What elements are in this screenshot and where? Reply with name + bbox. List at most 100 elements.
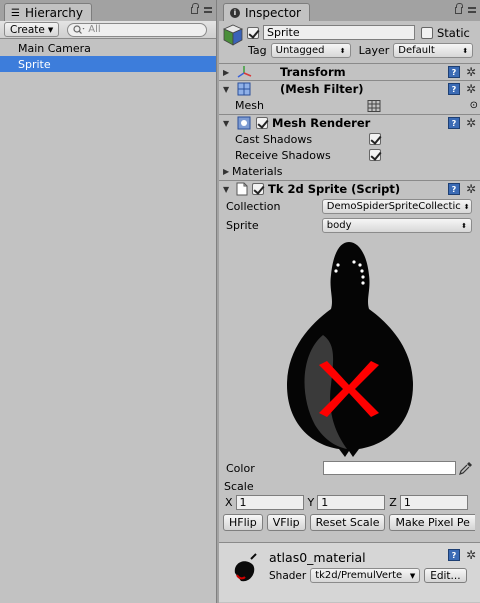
help-icon[interactable]: ? [447, 66, 460, 78]
menu-icon[interactable] [468, 7, 476, 13]
mesh-renderer-header[interactable]: ▼ Mesh Renderer ? ✲ [219, 114, 480, 131]
reset-scale-label: Reset Scale [315, 516, 380, 529]
foldout-open-icon[interactable]: ▼ [223, 119, 232, 128]
search-icon [73, 25, 85, 34]
transform-header[interactable]: ▶ Transform ? ✲ [219, 63, 480, 80]
help-icon[interactable]: ? [447, 183, 460, 195]
help-icon[interactable]: ? [447, 117, 460, 129]
object-picker-icon[interactable]: ⊙ [470, 100, 478, 111]
foldout-open-icon[interactable]: ▼ [223, 185, 232, 194]
shader-dropdown[interactable]: tk2d/PremulVerte ▼ [310, 568, 421, 583]
layer-dropdown[interactable]: Default ⬍ [393, 43, 474, 58]
tab-hierarchy-label: Hierarchy [24, 6, 83, 20]
gear-icon[interactable]: ✲ [466, 183, 476, 195]
collection-label: Collection [226, 200, 281, 213]
search-placeholder: All [88, 24, 101, 35]
tag-dropdown[interactable]: Untagged ⬍ [270, 43, 351, 58]
tk2d-sprite-title: Tk 2d Sprite (Script) [268, 182, 401, 196]
scale-y-field[interactable]: 1 [317, 495, 386, 510]
tab-inspector-label: Inspector [245, 6, 301, 20]
color-field[interactable] [323, 461, 456, 475]
materials-row[interactable]: ▶ Materials [219, 163, 480, 179]
hierarchy-item-sprite[interactable]: Sprite [0, 56, 216, 72]
sprite-label: Sprite [226, 219, 259, 232]
eyedropper-icon[interactable] [459, 461, 473, 475]
menu-icon[interactable] [204, 7, 212, 13]
search-input[interactable]: All [67, 22, 208, 37]
scale-x-field[interactable]: 1 [235, 495, 304, 510]
vflip-button[interactable]: VFlip [266, 514, 306, 531]
sprite-dropdown[interactable]: body ⬍ [321, 218, 472, 233]
sprite-preview [219, 235, 480, 459]
foldout-closed-icon[interactable]: ▶ [223, 167, 232, 176]
gameobject-header: Sprite Static Tag Untagged ⬍ Layer Defau… [219, 21, 480, 63]
hierarchy-item-label: Main Camera [18, 41, 91, 55]
gear-icon[interactable]: ✲ [466, 83, 476, 95]
gear-icon[interactable]: ✲ [466, 549, 476, 561]
receive-shadows-checkbox[interactable] [369, 149, 381, 161]
cast-shadows-label: Cast Shadows [235, 132, 313, 146]
hflip-button[interactable]: HFlip [223, 514, 263, 531]
scale-label-row: Scale [219, 479, 480, 494]
material-icons: ? ✲ [447, 549, 476, 561]
materials-label: Materials [232, 164, 283, 178]
mesh-renderer-enabled-checkbox[interactable] [256, 117, 268, 129]
edit-label: Edit... [430, 569, 461, 582]
scale-x-value: 1 [239, 496, 247, 509]
lock-icon[interactable] [455, 3, 463, 14]
material-block: atlas0_material Shader tk2d/PremulVerte … [219, 542, 480, 602]
material-name: atlas0_material [269, 550, 366, 565]
mesh-filter-header[interactable]: ▼ (Mesh Filter) ? ✲ [219, 80, 480, 97]
collection-dropdown[interactable]: DemoSpiderSpriteCollectic ⬍ [321, 199, 472, 214]
mesh-filter-icons: ? ✲ [447, 83, 476, 95]
dropdown-arrows-icon: ⬍ [463, 202, 470, 211]
static-checkbox[interactable] [421, 26, 433, 39]
tk2d-sprite-header[interactable]: ▼ Tk 2d Sprite (Script) ? ✲ [219, 180, 480, 197]
edit-shader-button[interactable]: Edit... [424, 568, 467, 583]
tab-inspector[interactable]: i Inspector [223, 3, 310, 21]
scale-z-field[interactable]: 1 [399, 495, 468, 510]
mesh-renderer-icon [237, 116, 251, 130]
gear-icon[interactable]: ✲ [466, 117, 476, 129]
scale-y: Y 1 [308, 494, 386, 511]
hierarchy-item-main-camera[interactable]: Main Camera [0, 40, 216, 56]
lock-icon[interactable] [191, 3, 199, 14]
cast-shadows-checkbox[interactable] [369, 133, 381, 145]
tab-hierarchy[interactable]: ☰ Hierarchy [4, 3, 92, 21]
gameobject-active-checkbox[interactable] [247, 26, 259, 39]
tk2d-sprite-icons: ? ✲ [447, 183, 476, 195]
mesh-grid-icon [367, 99, 381, 112]
foldout-closed-icon[interactable]: ▶ [223, 68, 232, 77]
reset-scale-button[interactable]: Reset Scale [309, 514, 386, 531]
foldout-open-icon[interactable]: ▼ [223, 85, 232, 94]
help-icon[interactable]: ? [447, 83, 460, 95]
gear-icon[interactable]: ✲ [466, 66, 476, 78]
create-button[interactable]: Create ▼ [4, 22, 60, 37]
tk2d-sprite-enabled-checkbox[interactable] [252, 183, 264, 195]
mesh-renderer-icons: ? ✲ [447, 117, 476, 129]
hflip-label: HFlip [229, 516, 257, 529]
hierarchy-item-label: Sprite [18, 57, 51, 71]
transform-icons: ? ✲ [447, 66, 476, 78]
layer-value: Default [398, 45, 435, 56]
receive-shadows-label: Receive Shadows [235, 148, 331, 162]
gameobject-name-field[interactable]: Sprite [263, 25, 415, 40]
static-label: Static [437, 25, 470, 40]
create-button-label: Create [10, 23, 45, 36]
hierarchy-tab-icons [191, 3, 212, 14]
scale-y-value: 1 [321, 496, 329, 509]
material-preview-icon [234, 553, 257, 582]
help-icon[interactable]: ? [447, 549, 460, 561]
hierarchy-panel: ☰ Hierarchy Create ▼ All Main Camera Spr… [0, 0, 217, 603]
dropdown-arrows-icon: ⬍ [462, 46, 469, 55]
dropdown-arrows-icon: ⬍ [339, 46, 346, 55]
cast-shadows-row: Cast Shadows [219, 131, 480, 147]
inspector-tabbar: i Inspector [219, 0, 480, 21]
make-pixel-perfect-button[interactable]: Make Pixel Pe [389, 514, 475, 531]
collection-value: DemoSpiderSpriteCollectic [326, 201, 461, 212]
x-label: X [225, 496, 233, 509]
scale-label: Scale [224, 480, 254, 493]
script-file-icon [236, 182, 248, 196]
sprite-buttons-row: HFlip VFlip Reset Scale Make Pixel Pe [219, 514, 480, 534]
gameobject-name-value: Sprite [267, 26, 300, 39]
